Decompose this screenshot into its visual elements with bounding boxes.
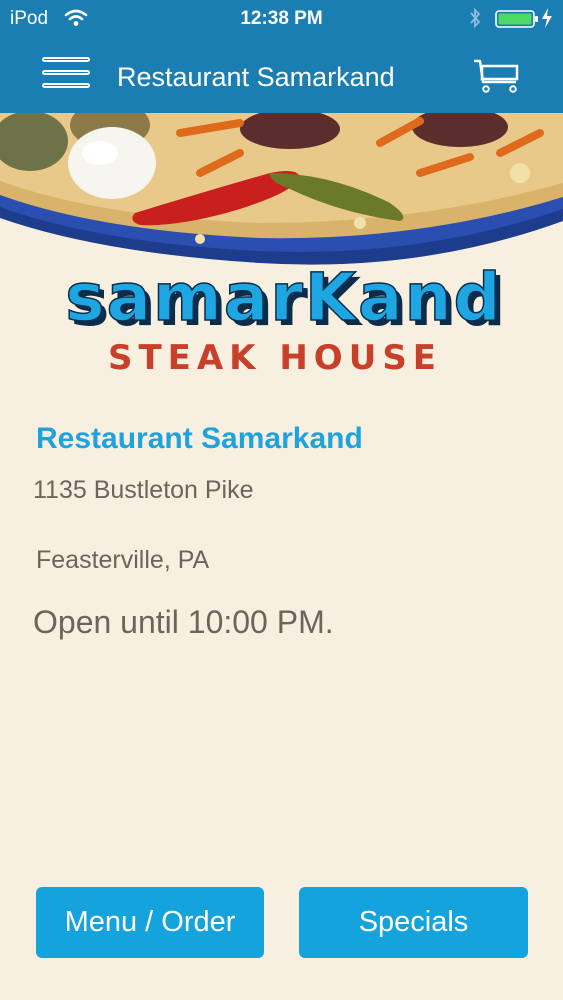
food-banner-image (0, 113, 563, 273)
opening-hours: Open until 10:00 PM. (33, 604, 334, 640)
battery-icon (495, 10, 538, 28)
restaurant-address: 1135 Bustleton Pike (33, 476, 254, 504)
restaurant-name: Restaurant Samarkand (36, 422, 363, 455)
plov-dish-illustration (0, 113, 563, 273)
specials-button[interactable]: Specials (299, 887, 528, 958)
samarkand-steakhouse-logo: samarKand samarKand STEAK HOUSE (64, 258, 505, 378)
svg-text:samarKand: samarKand (65, 259, 503, 336)
charging-icon (542, 8, 552, 28)
cart-icon[interactable] (472, 58, 520, 94)
status-bar: iPod 12:38 PM (0, 0, 563, 38)
nav-bar: Restaurant Samarkand (0, 38, 563, 113)
restaurant-logo: samarKand samarKand STEAK HOUSE (0, 258, 563, 378)
top-bar: iPod 12:38 PM Restaurant Samarkand (0, 0, 563, 113)
restaurant-city: Feasterville, PA (36, 546, 210, 574)
menu-order-button[interactable]: Menu / Order (36, 887, 264, 958)
svg-text:STEAK HOUSE: STEAK HOUSE (108, 338, 442, 378)
bluetooth-icon (470, 7, 481, 29)
page-title: Restaurant Samarkand (117, 62, 395, 92)
hamburger-icon[interactable] (42, 55, 92, 95)
